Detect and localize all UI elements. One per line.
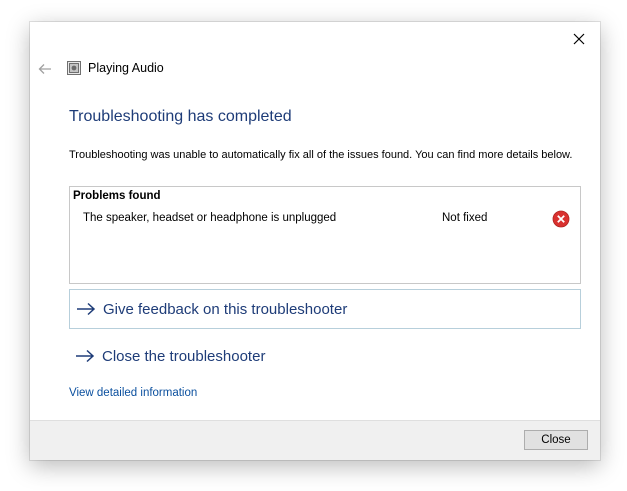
- speaker-icon: [67, 61, 81, 75]
- arrow-right-icon: [75, 348, 97, 364]
- back-arrow-icon: [38, 64, 51, 74]
- status-text: Not fixed: [442, 212, 488, 224]
- footer-bar: Close: [30, 420, 600, 460]
- header-bar: Playing Audio: [30, 58, 600, 80]
- list-item: The speaker, headset or headphone is unp…: [70, 209, 580, 231]
- close-icon: [573, 33, 585, 45]
- troubleshooter-window: Playing Audio Troubleshooting has comple…: [30, 22, 600, 460]
- give-feedback-label: Give feedback on this troubleshooter: [103, 300, 348, 318]
- close-troubleshooter-label: Close the troubleshooter: [102, 347, 266, 365]
- close-button[interactable]: Close: [524, 430, 588, 450]
- window-close-button[interactable]: [566, 28, 592, 50]
- back-button[interactable]: [37, 61, 53, 77]
- problem-description: The speaker, headset or headphone is unp…: [83, 212, 337, 224]
- result-description: Troubleshooting was unable to automatica…: [69, 149, 573, 161]
- arrow-right-icon: [76, 301, 98, 317]
- app-title: Playing Audio: [88, 61, 164, 75]
- page-title: Troubleshooting has completed: [69, 108, 292, 125]
- give-feedback-link[interactable]: Give feedback on this troubleshooter: [69, 289, 581, 329]
- problems-list: Problems found The speaker, headset or h…: [69, 186, 581, 284]
- problems-header: Problems found: [73, 190, 161, 202]
- view-details-link[interactable]: View detailed information: [69, 387, 197, 399]
- close-troubleshooter-link[interactable]: Close the troubleshooter: [69, 336, 581, 376]
- error-icon: [552, 210, 570, 228]
